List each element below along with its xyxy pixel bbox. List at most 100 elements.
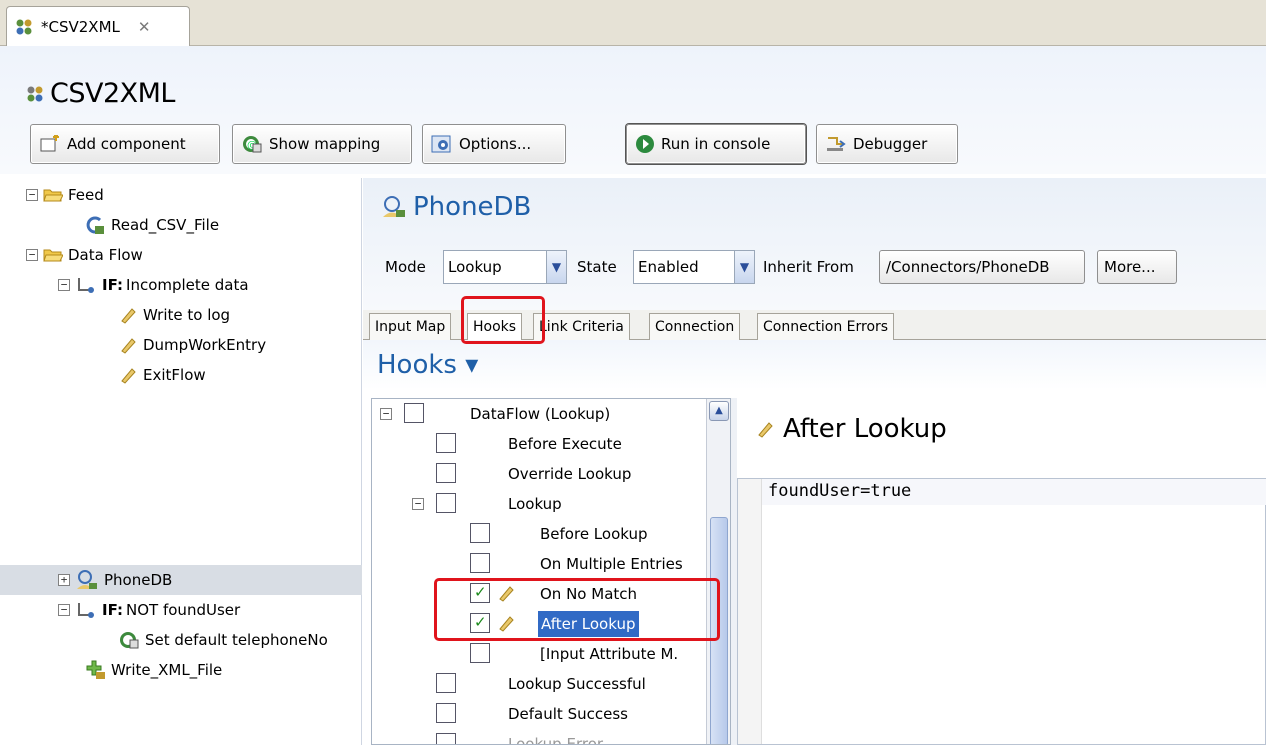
- hook-checkbox[interactable]: [404, 403, 424, 423]
- add-component-label: Add component: [67, 135, 186, 153]
- tab-label: Link Criteria: [539, 319, 624, 335]
- hook-checkbox[interactable]: [436, 673, 456, 693]
- branch-icon: [78, 278, 94, 293]
- hook-checkbox[interactable]: [436, 493, 456, 513]
- add-component-icon: [40, 135, 59, 152]
- tree-item-data-flow[interactable]: − Data Flow: [26, 240, 143, 270]
- tree-label: Set default telephoneNo: [145, 631, 328, 649]
- hook-item-on-multiple-entries[interactable]: On Multiple Entries: [540, 549, 683, 579]
- mode-select[interactable]: Lookup ▼: [443, 250, 567, 284]
- show-mapping-button[interactable]: @ Show mapping: [232, 124, 412, 164]
- run-in-console-button[interactable]: Run in console: [626, 124, 806, 164]
- editor-title: CSV2XML: [26, 78, 175, 109]
- folder-open-icon: [43, 189, 63, 202]
- scroll-up-icon[interactable]: ▲: [709, 401, 729, 421]
- hooks-title[interactable]: Hooks ▾: [377, 350, 478, 380]
- chevron-down-icon[interactable]: ▼: [546, 251, 566, 283]
- component-title: PhoneDB: [381, 192, 531, 222]
- tab-label: Connection Errors: [763, 319, 889, 335]
- hook-item-before-execute[interactable]: Before Execute: [508, 429, 622, 459]
- component-header: PhoneDB Mode Lookup ▼ State Enabled ▼ In…: [363, 178, 1266, 310]
- hook-checkbox[interactable]: [436, 433, 456, 453]
- hook-label: DataFlow (Lookup): [470, 405, 611, 423]
- collapse-icon[interactable]: −: [58, 604, 70, 616]
- editor-title-text: CSV2XML: [50, 78, 175, 109]
- inherit-from-label: Inherit From: [763, 258, 854, 276]
- more-button[interactable]: More...: [1097, 250, 1177, 284]
- tree-item-write-to-log[interactable]: Write to log: [118, 300, 230, 330]
- component-editor: PhoneDB Mode Lookup ▼ State Enabled ▼ In…: [363, 178, 1266, 745]
- inherit-from-value: /Connectors/PhoneDB: [886, 258, 1050, 276]
- add-component-button[interactable]: Add component: [30, 124, 220, 164]
- hook-checkbox[interactable]: [470, 523, 490, 543]
- mode-label: Mode: [385, 258, 426, 276]
- hooks-scrollbar[interactable]: ▲: [706, 399, 730, 744]
- assembly-line-icon: [16, 19, 32, 34]
- tree-label: Incomplete data: [126, 276, 249, 294]
- hooks-tree: − DataFlow (Lookup) Before Execute Overr…: [371, 398, 731, 745]
- hook-checkbox[interactable]: [436, 733, 456, 744]
- hook-item-lookup-error[interactable]: Lookup Error: [508, 729, 603, 744]
- collapse-icon[interactable]: −: [380, 408, 392, 420]
- close-icon[interactable]: ✕: [138, 18, 151, 36]
- hook-checkbox[interactable]: [436, 463, 456, 483]
- hook-item-input-attribute[interactable]: [Input Attribute M.: [540, 639, 678, 669]
- tree-item-if-incomplete-data[interactable]: − IF: Incomplete data: [58, 270, 249, 300]
- tree-item-read-csv-file[interactable]: Read_CSV_File: [84, 210, 219, 240]
- hook-checkbox[interactable]: [436, 703, 456, 723]
- highlight-box-hooks-tab: [461, 296, 545, 344]
- tree-item-exit-flow[interactable]: ExitFlow: [118, 360, 206, 390]
- editor-tab-strip: *CSV2XML ✕: [0, 0, 1266, 46]
- script-hook-icon: [121, 368, 136, 384]
- tree-label: Read_CSV_File: [111, 216, 220, 234]
- tab-connection[interactable]: Connection: [649, 313, 741, 340]
- tree-label-prefix: IF:: [102, 601, 124, 619]
- tree-item-if-not-found-user[interactable]: − IF: NOT foundUser: [58, 595, 240, 625]
- options-button[interactable]: Options...: [422, 124, 566, 164]
- mapping-icon: [120, 632, 139, 649]
- mode-value: Lookup: [448, 258, 502, 276]
- more-label: More...: [1104, 258, 1156, 276]
- debugger-button[interactable]: Debugger: [816, 124, 958, 164]
- tree-item-dump-work-entry[interactable]: DumpWorkEntry: [118, 330, 266, 360]
- debugger-label: Debugger: [853, 135, 928, 153]
- script-editor[interactable]: foundUser=true: [737, 478, 1266, 745]
- collapse-icon[interactable]: −: [58, 279, 70, 291]
- lookup-connector-icon: [383, 196, 405, 217]
- hook-item-default-success[interactable]: Default Success: [508, 699, 628, 729]
- collapse-icon[interactable]: −: [26, 249, 38, 261]
- tree-label: ExitFlow: [143, 366, 206, 384]
- tree-label: PhoneDB: [104, 571, 173, 589]
- hook-item-override-lookup[interactable]: Override Lookup: [508, 459, 631, 489]
- script-code[interactable]: foundUser=true: [768, 481, 911, 501]
- collapse-icon[interactable]: −: [26, 189, 38, 201]
- tab-link-criteria[interactable]: Link Criteria: [533, 313, 630, 340]
- chevron-down-icon[interactable]: ▼: [734, 251, 754, 283]
- state-select[interactable]: Enabled ▼: [633, 250, 755, 284]
- hook-item-before-lookup[interactable]: Before Lookup: [540, 519, 648, 549]
- expand-icon[interactable]: +: [58, 574, 70, 586]
- tab-label: Input Map: [375, 319, 446, 335]
- tab-input-map[interactable]: Input Map: [369, 313, 452, 340]
- script-editor-title-text: After Lookup: [783, 414, 947, 444]
- editor-tab-label: *CSV2XML: [41, 17, 120, 36]
- highlight-box-enabled-hooks: [434, 578, 720, 641]
- tree-item-feed[interactable]: − Feed: [26, 180, 104, 210]
- tree-item-set-default-telephone[interactable]: Set default telephoneNo: [118, 625, 328, 655]
- tree-item-phonedb[interactable]: + PhoneDB: [58, 565, 172, 595]
- tab-connection-errors[interactable]: Connection Errors: [757, 313, 895, 340]
- hook-item-dataflow[interactable]: −: [380, 399, 392, 429]
- hook-checkbox[interactable]: [470, 643, 490, 663]
- tree-item-write-xml-file[interactable]: Write_XML_File: [84, 655, 222, 685]
- hook-item-lookup[interactable]: −: [412, 489, 424, 519]
- state-value: Enabled: [638, 258, 699, 276]
- hook-checkbox[interactable]: [470, 553, 490, 573]
- inherit-from-button[interactable]: /Connectors/PhoneDB: [879, 250, 1085, 284]
- tree-label: Data Flow: [68, 246, 143, 264]
- hook-item-lookup-successful[interactable]: Lookup Successful: [508, 669, 646, 699]
- assembly-line-tree: − Feed Read_CSV_File − Data Flow − IF: I…: [0, 178, 362, 745]
- collapse-icon[interactable]: −: [412, 498, 424, 510]
- tree-label: NOT foundUser: [126, 601, 241, 619]
- script-hook-icon: [758, 422, 773, 438]
- editor-tab-csv2xml[interactable]: *CSV2XML ✕: [6, 6, 190, 46]
